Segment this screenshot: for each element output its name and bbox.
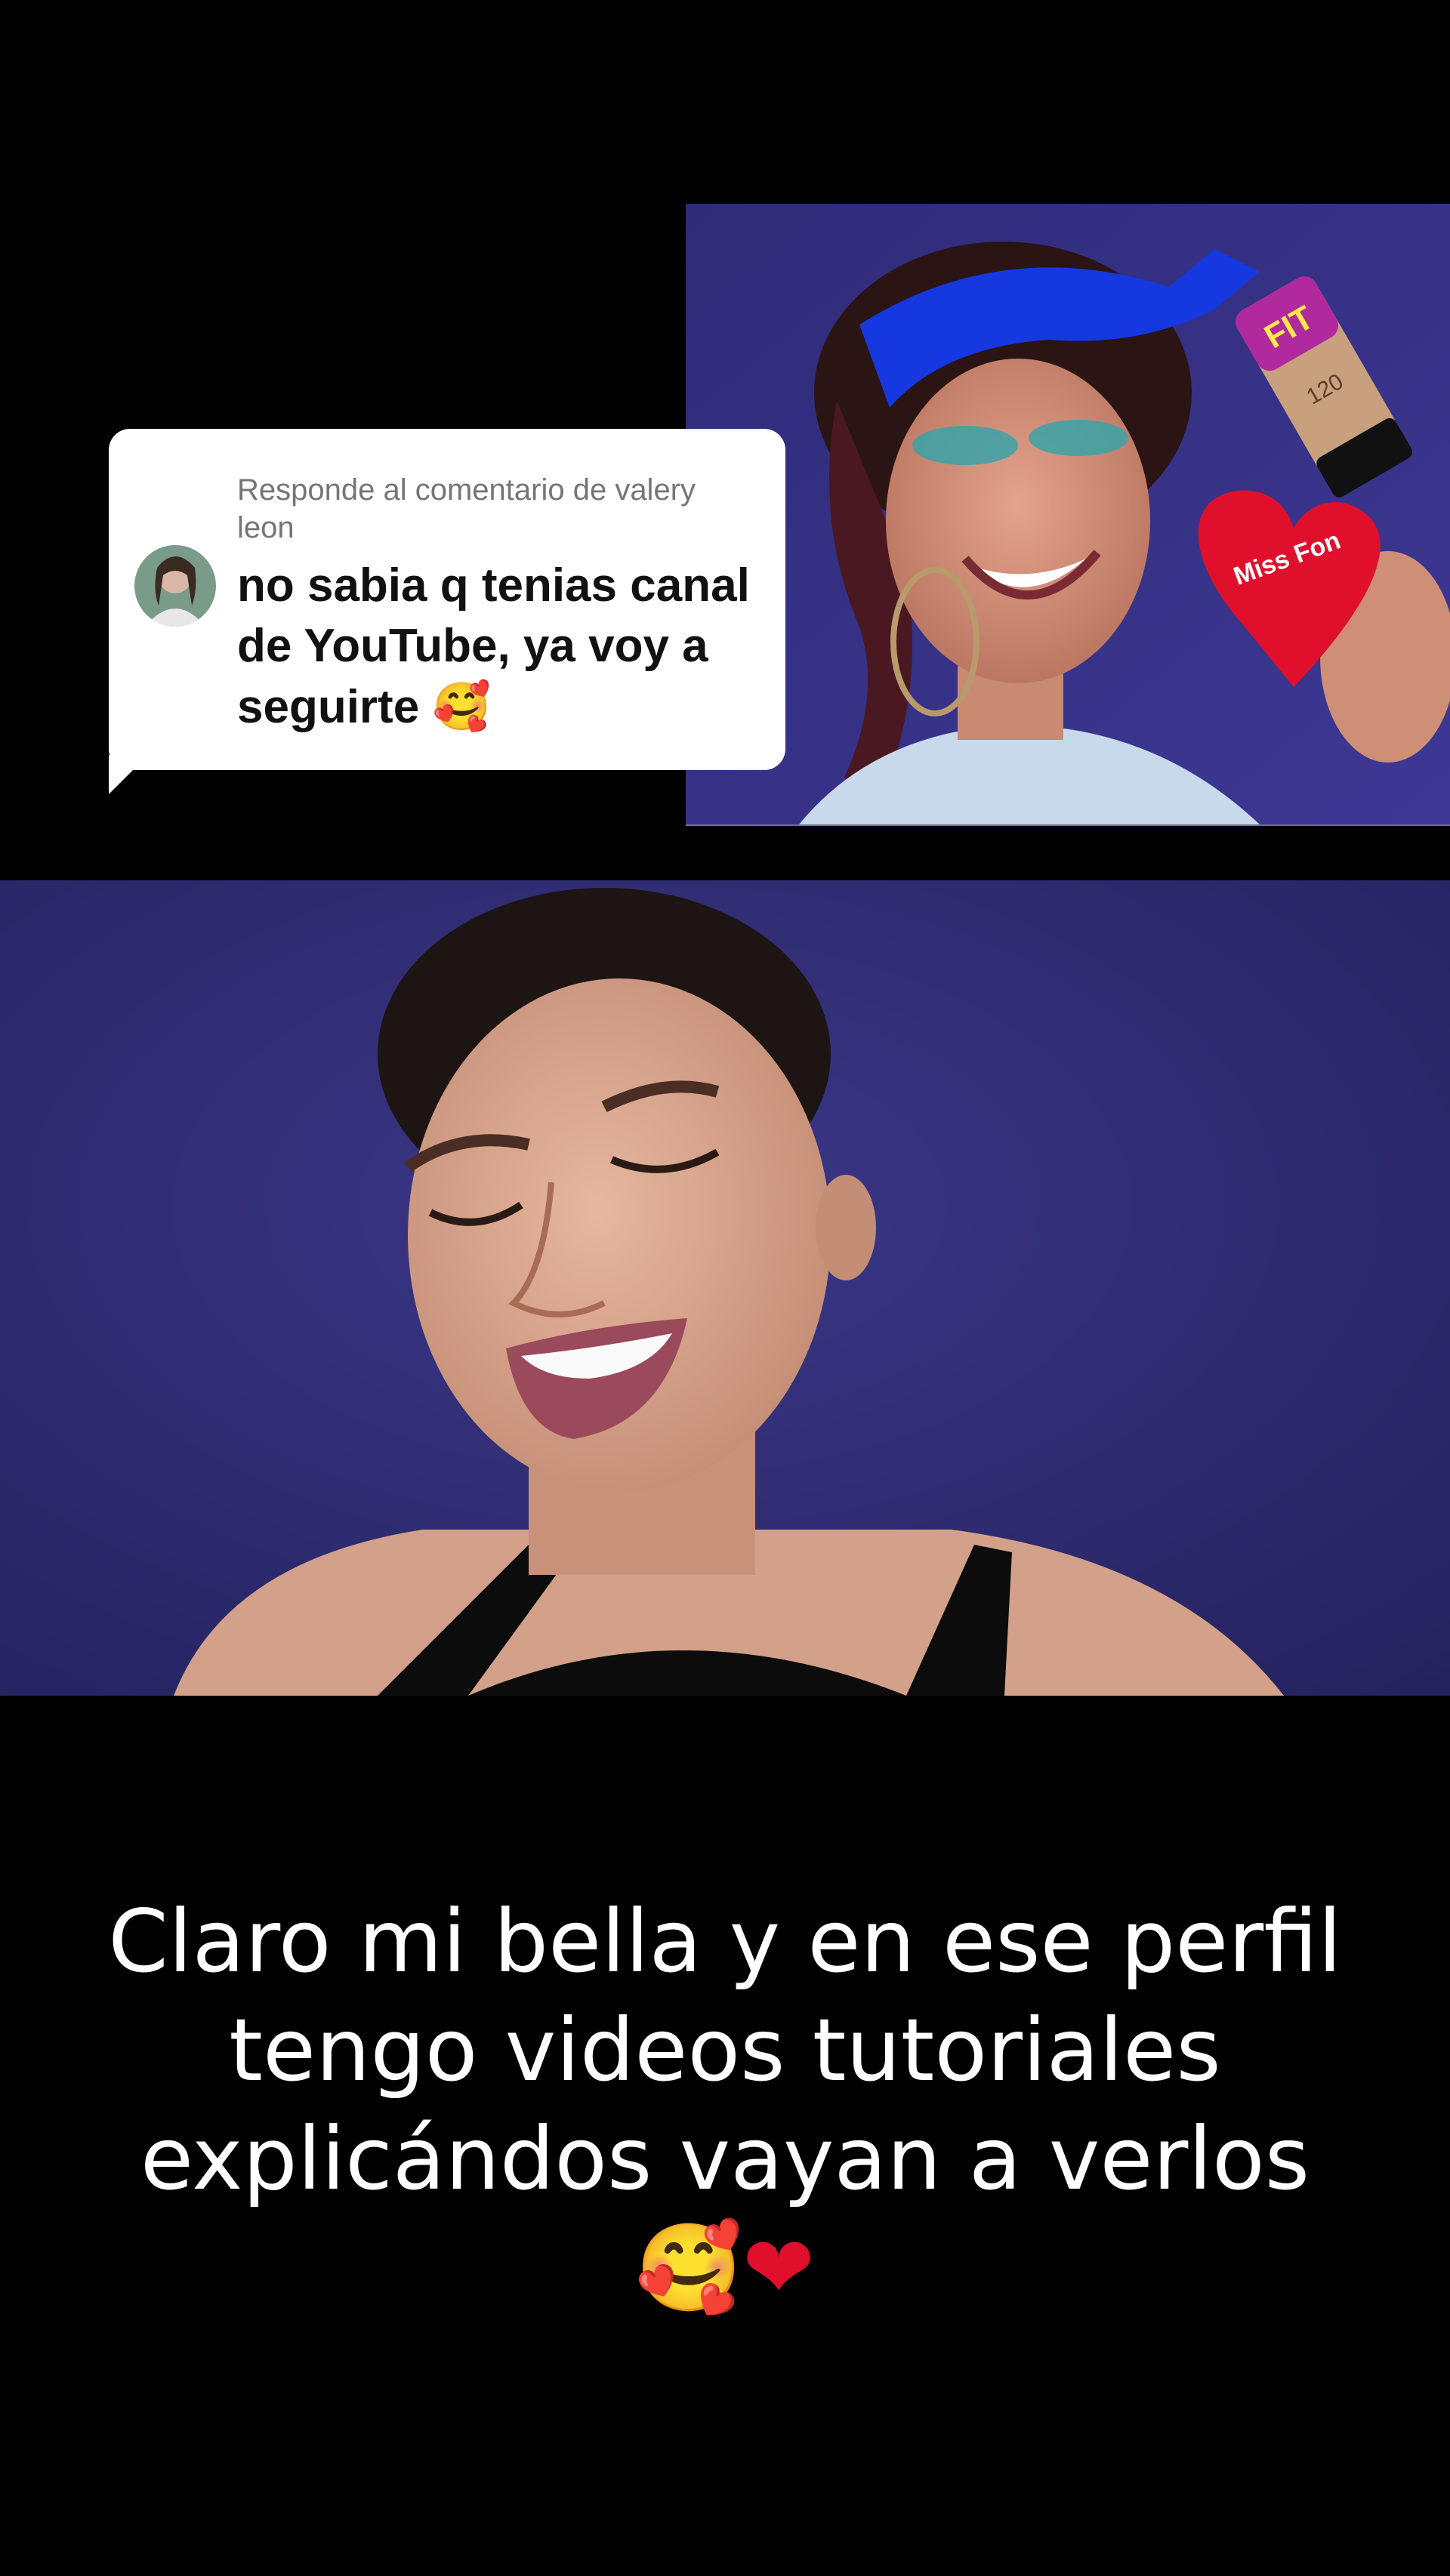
video-caption: Claro mi bella y en ese perfil tengo vid… (60, 1887, 1390, 2322)
reply-comment-card[interactable]: Responde al comentario de valery leon no… (109, 429, 785, 770)
reply-comment-body: no sabia q tenias canal de YouTube, ya v… (237, 559, 750, 733)
reply-comment-text: no sabia q tenias canal de YouTube, ya v… (237, 556, 766, 738)
red-heart-emoji: ❤ (742, 2217, 815, 2318)
smiling-hearts-emoji: 🥰 (635, 2217, 743, 2318)
caption-line-3: explicándos vayan a verlos (140, 2109, 1310, 2209)
reply-to-label: Responde al comentario de valery leon (237, 473, 696, 544)
commenter-avatar[interactable] (134, 545, 216, 627)
main-video[interactable] (0, 880, 1450, 1696)
caption-line-2: tengo videos tutoriales (229, 2000, 1221, 2100)
caption-line-1: Claro mi bella y en ese perfil (108, 1891, 1342, 1992)
smiling-hearts-emoji: 🥰 (432, 679, 491, 734)
thumbnail-video[interactable]: FIT 120 Miss Fon (686, 204, 1450, 826)
caption-emoji-line: 🥰❤ (60, 2214, 1390, 2322)
